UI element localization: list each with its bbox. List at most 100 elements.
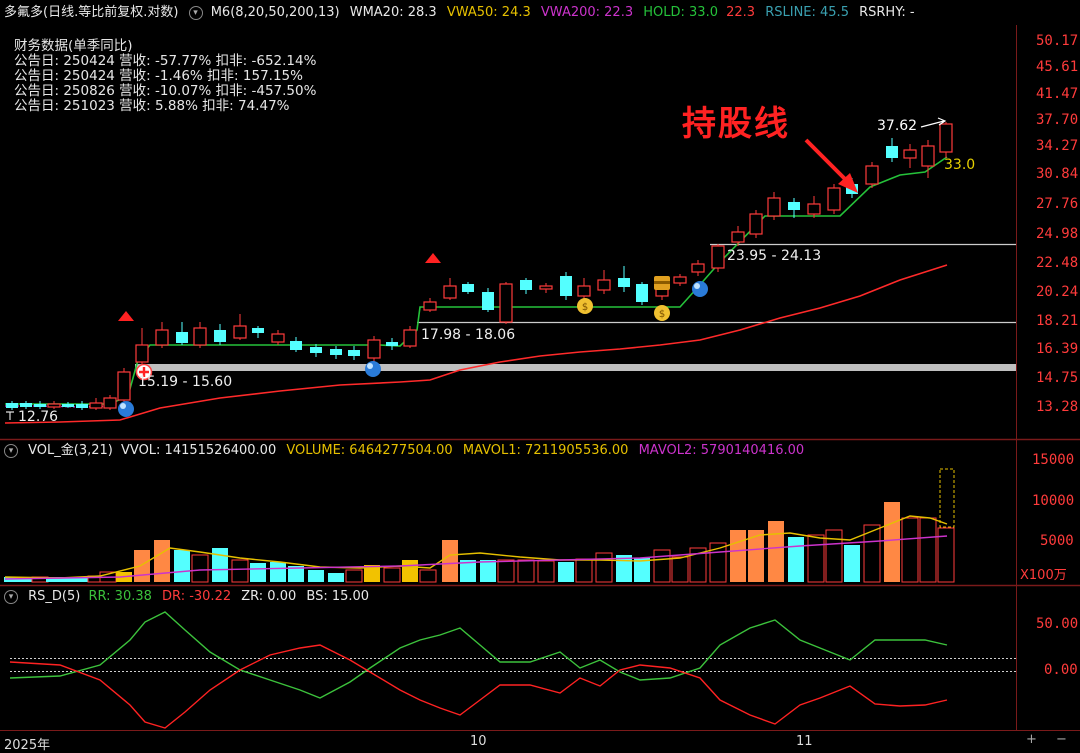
candle-body[interactable] xyxy=(310,347,322,353)
candle-body[interactable] xyxy=(539,285,553,290)
candle-body[interactable] xyxy=(20,403,32,407)
volume-bar[interactable] xyxy=(517,559,535,583)
volume-bar[interactable] xyxy=(174,550,190,582)
volume-bar[interactable] xyxy=(419,569,437,583)
candle-body[interactable] xyxy=(636,284,648,302)
dr-value: DR: -30.22 xyxy=(162,589,232,604)
zoom-in-button[interactable]: + xyxy=(1026,732,1037,747)
candle-body[interactable] xyxy=(827,187,841,211)
candle-body[interactable] xyxy=(290,341,302,350)
candle-body[interactable] xyxy=(193,327,207,346)
candle-body[interactable] xyxy=(767,197,781,217)
candle-body[interactable] xyxy=(520,280,532,290)
candle-body[interactable] xyxy=(711,245,725,269)
candle-body[interactable] xyxy=(886,146,898,158)
volume-bar[interactable] xyxy=(497,559,515,583)
volume-bar[interactable] xyxy=(844,545,860,582)
volume-bar[interactable] xyxy=(480,560,496,582)
volume-bar[interactable] xyxy=(212,548,228,582)
volume-bar[interactable] xyxy=(595,552,613,583)
price-axis-label: 37.70 xyxy=(1036,112,1079,128)
candle-body[interactable] xyxy=(443,285,457,299)
volume-bar[interactable] xyxy=(250,563,266,582)
volume-bar[interactable] xyxy=(134,550,150,582)
price-axis-label: 13.28 xyxy=(1036,399,1079,415)
candle-body[interactable] xyxy=(252,328,264,333)
volume-bar[interactable] xyxy=(231,559,249,583)
candle-body[interactable] xyxy=(103,397,117,409)
volume-bar[interactable] xyxy=(919,517,937,583)
candle-body[interactable] xyxy=(865,165,879,185)
candle-body[interactable] xyxy=(62,404,74,407)
candle-body[interactable] xyxy=(403,329,417,347)
volume-bar[interactable] xyxy=(884,502,900,582)
volume-bar[interactable] xyxy=(825,529,843,583)
volume-bar[interactable] xyxy=(345,569,363,583)
price-axis-label: 50.17 xyxy=(1036,33,1079,49)
volume-bar[interactable] xyxy=(308,570,324,582)
volume-bar[interactable] xyxy=(191,554,209,583)
money-bag-icon: $ xyxy=(577,298,593,314)
candle-body[interactable] xyxy=(749,213,763,235)
hold-line-arrow xyxy=(804,138,848,182)
candle-body[interactable] xyxy=(903,149,917,159)
volume-bar[interactable] xyxy=(442,540,458,582)
volume-bar-series[interactable] xyxy=(4,502,955,583)
candle-body[interactable] xyxy=(386,342,398,346)
candle-body[interactable] xyxy=(577,285,591,297)
candle-body[interactable] xyxy=(367,339,381,359)
candle-body[interactable] xyxy=(233,325,247,339)
volume-bar[interactable] xyxy=(653,549,671,583)
rs-menu-button[interactable]: ▾ xyxy=(4,589,18,604)
candle-body[interactable] xyxy=(271,333,285,343)
volume-bar[interactable] xyxy=(730,530,746,582)
candle-body[interactable] xyxy=(76,404,88,408)
volume-bar[interactable] xyxy=(558,562,574,582)
hold-line-label: 持股线 xyxy=(682,104,790,144)
volume-value: VOLUME: 6464277504.00 xyxy=(286,443,453,458)
volume-bar[interactable] xyxy=(575,558,593,583)
volume-bar[interactable] xyxy=(402,560,418,582)
volume-bar[interactable] xyxy=(537,560,555,583)
candle-body[interactable] xyxy=(6,403,18,408)
volume-bar[interactable] xyxy=(383,567,401,583)
candle-body[interactable] xyxy=(560,276,572,296)
volume-bar[interactable] xyxy=(671,556,689,583)
candle-body[interactable] xyxy=(788,202,800,210)
volume-bar[interactable] xyxy=(901,517,919,583)
zoom-out-button[interactable]: − xyxy=(1056,732,1067,747)
candle-body[interactable] xyxy=(155,329,169,346)
candle-body[interactable] xyxy=(214,330,226,342)
volume-bar[interactable] xyxy=(328,573,344,582)
volume-indicator-name: VOL_金(3,21) xyxy=(28,443,113,458)
candle-body[interactable] xyxy=(597,279,611,291)
candle-body[interactable] xyxy=(921,145,935,167)
candle-body[interactable] xyxy=(482,292,494,310)
candle-body[interactable] xyxy=(939,123,953,153)
candle-body[interactable] xyxy=(691,263,705,273)
volume-bar[interactable] xyxy=(154,540,170,582)
candle-body[interactable] xyxy=(423,301,437,311)
candle-body[interactable] xyxy=(462,284,474,292)
candle-body[interactable] xyxy=(34,404,46,407)
candle-body[interactable] xyxy=(330,349,342,355)
candle-body[interactable] xyxy=(117,371,131,401)
svg-text:$: $ xyxy=(659,309,665,320)
candle-body[interactable] xyxy=(499,283,513,323)
candle-body[interactable] xyxy=(807,203,821,215)
low-price-label: 12.76 xyxy=(18,409,59,425)
candle-body[interactable] xyxy=(618,278,630,287)
candle-body[interactable] xyxy=(47,403,61,408)
time-axis-year: 2025年 xyxy=(4,738,51,753)
candle-body[interactable] xyxy=(89,402,103,409)
volume-menu-button[interactable]: ▾ xyxy=(4,443,18,458)
candle-body[interactable] xyxy=(731,231,745,243)
candle-body[interactable] xyxy=(135,344,149,363)
candle-body[interactable] xyxy=(348,350,360,356)
volume-bar[interactable] xyxy=(768,521,784,582)
candle-body[interactable] xyxy=(176,332,188,343)
candle-body[interactable] xyxy=(673,276,687,284)
volume-bar[interactable] xyxy=(270,562,286,582)
volume-bar[interactable] xyxy=(788,537,804,582)
volume-bar[interactable] xyxy=(807,534,825,583)
